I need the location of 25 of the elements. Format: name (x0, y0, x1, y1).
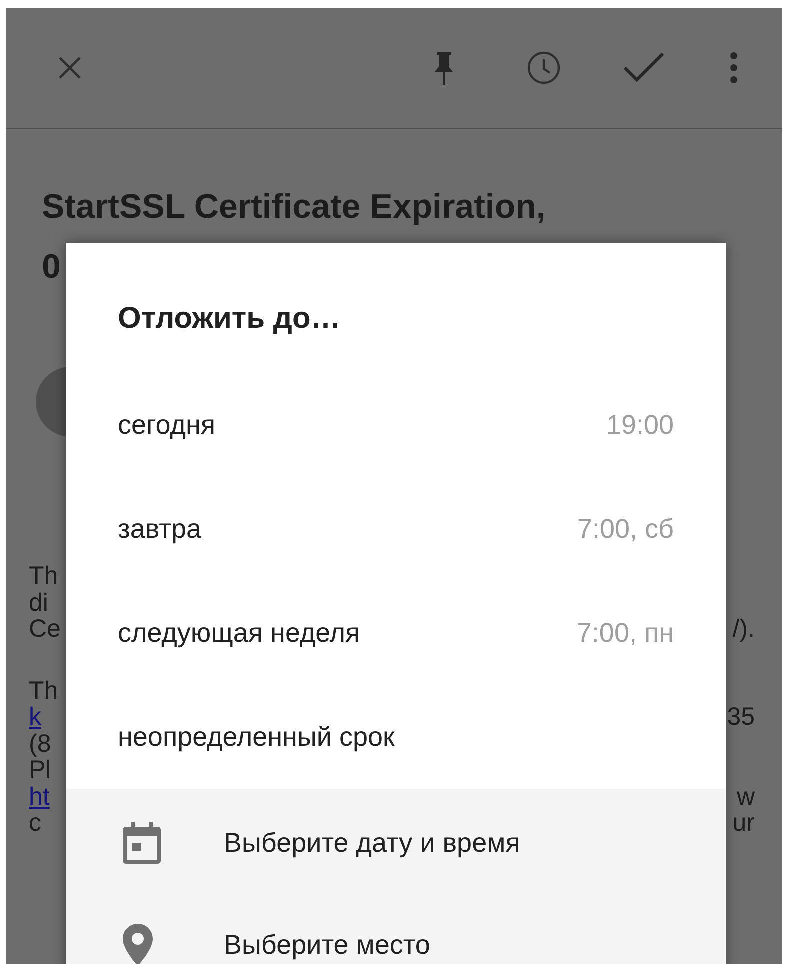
pin-icon[interactable] (432, 50, 456, 86)
snooze-option[interactable]: неопределенный срок (66, 685, 726, 789)
more-icon[interactable] (730, 51, 738, 85)
body-text: w (736, 784, 755, 810)
body-text: Th (29, 563, 58, 590)
calendar-icon (122, 821, 162, 865)
snooze-option[interactable]: завтра 7:00, сб (66, 477, 726, 581)
body-text: Pl (29, 757, 52, 784)
email-subject: StartSSL Certificate Expiration, 0 (41, 187, 547, 288)
body-text: c (29, 810, 42, 836)
menu-item[interactable]: Выберите дату и время (66, 792, 726, 894)
place-icon (122, 923, 154, 964)
snooze-option[interactable]: сегодня 19:00 (66, 373, 726, 477)
clock-icon[interactable] (526, 50, 562, 86)
body-text: /). (732, 616, 755, 642)
menu-item[interactable]: Выберите место (66, 894, 726, 964)
body-text: ur (732, 810, 755, 836)
check-icon[interactable] (622, 51, 666, 85)
dialog-title: Отложить до… (117, 301, 342, 337)
snooze-option[interactable]: следующая неделя 7:00, пн (66, 581, 726, 685)
body-text: Ce (29, 616, 61, 642)
body-text: 35 (727, 704, 755, 730)
body-text: di (29, 590, 48, 616)
body-text: (8 (29, 730, 52, 757)
body-text: Th (29, 678, 58, 704)
